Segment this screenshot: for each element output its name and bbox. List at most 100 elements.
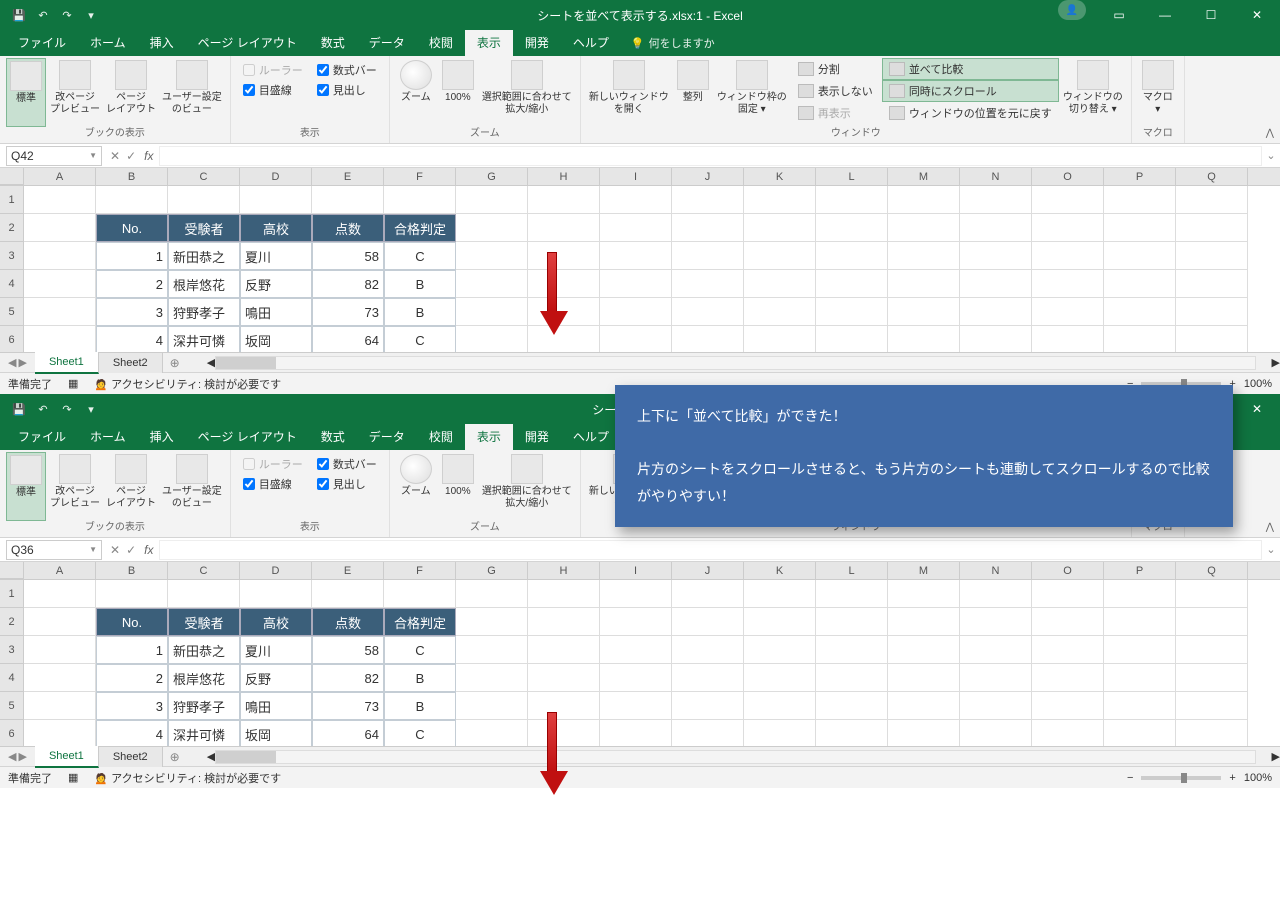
syncscroll-button[interactable]: 同時にスクロール	[882, 80, 1059, 102]
cell[interactable]	[600, 270, 672, 298]
cell[interactable]	[816, 214, 888, 242]
cell[interactable]	[888, 186, 960, 214]
cell[interactable]	[312, 186, 384, 214]
cell[interactable]	[672, 242, 744, 270]
prev-sheet-icon[interactable]: ◀	[8, 356, 16, 369]
fx-icon[interactable]: fx	[144, 149, 153, 163]
cell[interactable]: 夏川	[240, 636, 312, 664]
cell[interactable]	[456, 580, 528, 608]
col-header[interactable]: E	[312, 168, 384, 185]
cell[interactable]	[240, 580, 312, 608]
cell[interactable]: 坂岡	[240, 326, 312, 352]
cell[interactable]	[1032, 298, 1104, 326]
cell[interactable]	[888, 720, 960, 746]
cell[interactable]	[600, 580, 672, 608]
zoom-value[interactable]: 100%	[1244, 772, 1272, 784]
chevron-down-icon[interactable]: ▼	[89, 151, 97, 160]
cell[interactable]	[528, 664, 600, 692]
cell[interactable]	[528, 270, 600, 298]
cell[interactable]	[456, 692, 528, 720]
row-header[interactable]: 6	[0, 326, 24, 352]
cell[interactable]	[1032, 720, 1104, 746]
cell[interactable]	[1176, 242, 1248, 270]
col-header[interactable]: K	[744, 562, 816, 579]
cell[interactable]	[24, 242, 96, 270]
col-header[interactable]: J	[672, 562, 744, 579]
cell[interactable]: 高校	[240, 608, 312, 636]
row-header[interactable]: 3	[0, 636, 24, 664]
chevron-down-icon[interactable]: ▼	[89, 545, 97, 554]
col-header[interactable]: N	[960, 168, 1032, 185]
cell[interactable]	[168, 186, 240, 214]
cell[interactable]	[600, 720, 672, 746]
cell[interactable]	[1032, 580, 1104, 608]
qat-customize-icon[interactable]: ▾	[80, 4, 102, 26]
cell[interactable]	[24, 270, 96, 298]
row-header[interactable]: 6	[0, 720, 24, 746]
cell[interactable]	[744, 692, 816, 720]
cell[interactable]	[600, 326, 672, 352]
normal-view-button[interactable]: 標準	[6, 58, 46, 127]
undo-icon[interactable]: ↶	[32, 4, 54, 26]
cell[interactable]	[1104, 720, 1176, 746]
tab-help[interactable]: ヘルプ	[561, 30, 621, 56]
cell[interactable]: B	[384, 270, 456, 298]
cell[interactable]	[1176, 214, 1248, 242]
cell[interactable]: 夏川	[240, 242, 312, 270]
col-header[interactable]: E	[312, 562, 384, 579]
cell[interactable]	[24, 298, 96, 326]
row-header[interactable]: 2	[0, 608, 24, 636]
cell[interactable]	[1104, 608, 1176, 636]
cell[interactable]	[600, 664, 672, 692]
cell[interactable]	[456, 186, 528, 214]
cell[interactable]	[1176, 186, 1248, 214]
ruler-checkbox[interactable]: ルーラー	[243, 62, 303, 78]
col-header[interactable]: K	[744, 168, 816, 185]
col-header[interactable]: H	[528, 168, 600, 185]
tab-review[interactable]: 校閲	[417, 30, 465, 56]
cell[interactable]	[816, 270, 888, 298]
tab-insert[interactable]: 挿入	[138, 424, 186, 450]
cell[interactable]: 坂岡	[240, 720, 312, 746]
cell[interactable]: C	[384, 326, 456, 352]
row-header[interactable]: 4	[0, 664, 24, 692]
col-header[interactable]: C	[168, 168, 240, 185]
cell[interactable]	[600, 242, 672, 270]
cell[interactable]	[744, 636, 816, 664]
col-header[interactable]: I	[600, 562, 672, 579]
cell[interactable]	[24, 326, 96, 352]
cell[interactable]	[24, 580, 96, 608]
cell[interactable]: 3	[96, 298, 168, 326]
cell[interactable]: 2	[96, 664, 168, 692]
cell[interactable]: 点数	[312, 214, 384, 242]
cell[interactable]	[960, 242, 1032, 270]
tab-developer[interactable]: 開発	[513, 424, 561, 450]
row-header[interactable]: 1	[0, 186, 24, 214]
cell[interactable]	[960, 608, 1032, 636]
zoom100-button[interactable]: 100%	[438, 58, 478, 127]
cell[interactable]	[456, 214, 528, 242]
row-header[interactable]: 2	[0, 214, 24, 242]
cell[interactable]	[456, 270, 528, 298]
cell[interactable]	[1104, 326, 1176, 352]
cell[interactable]	[672, 580, 744, 608]
cell[interactable]	[816, 298, 888, 326]
formula-input[interactable]	[159, 146, 1262, 166]
tab-view[interactable]: 表示	[465, 424, 513, 450]
cell[interactable]: C	[384, 636, 456, 664]
cell[interactable]	[816, 608, 888, 636]
cell[interactable]	[1104, 242, 1176, 270]
customview-button[interactable]: ユーザー設定 のビュー	[160, 58, 224, 127]
add-sheet-icon[interactable]: ⊕	[163, 356, 187, 370]
col-header[interactable]: A	[24, 168, 96, 185]
cell[interactable]	[1032, 692, 1104, 720]
cell[interactable]	[1032, 636, 1104, 664]
cell[interactable]	[960, 664, 1032, 692]
cell[interactable]	[672, 636, 744, 664]
col-header[interactable]: F	[384, 562, 456, 579]
cell[interactable]	[1104, 664, 1176, 692]
cell[interactable]: 82	[312, 270, 384, 298]
cell[interactable]	[456, 720, 528, 746]
add-sheet-icon[interactable]: ⊕	[163, 750, 187, 764]
cell[interactable]: 1	[96, 242, 168, 270]
